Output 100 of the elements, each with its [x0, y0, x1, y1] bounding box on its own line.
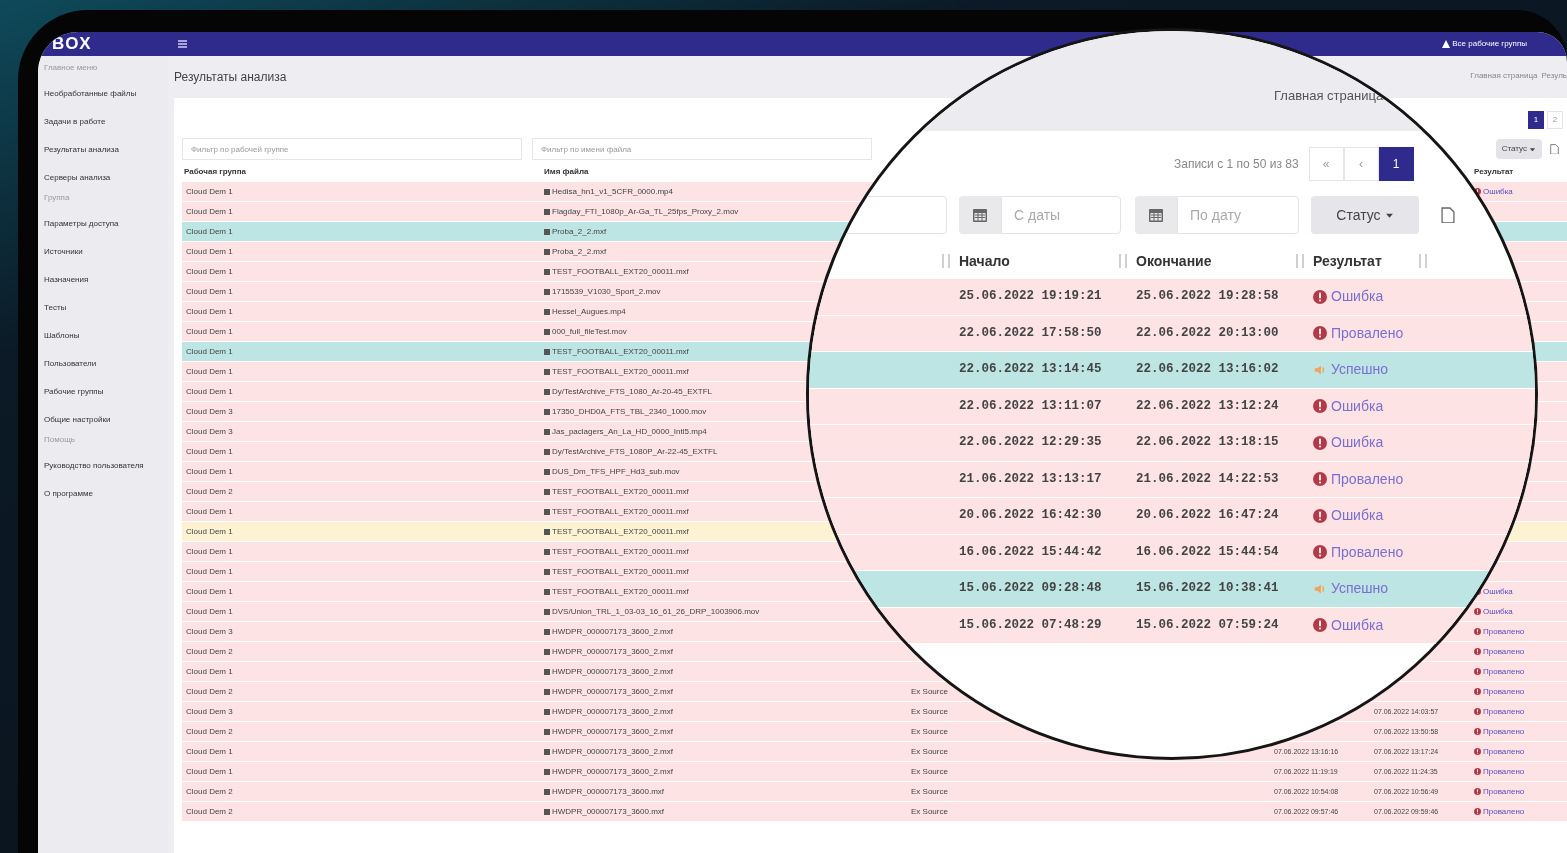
- status-dropdown[interactable]: Статус: [1311, 196, 1419, 234]
- result-link[interactable]: Провалено: [1483, 685, 1525, 698]
- result-link[interactable]: Провалено: [1483, 665, 1525, 678]
- table-row[interactable]: 22.06.2022 17:58:50 22.06.2022 20:13:00 Провалено: [809, 315, 1535, 352]
- status-dropdown[interactable]: Статус: [1495, 139, 1542, 159]
- table-cell: Ex Source: [911, 786, 948, 796]
- document-icon[interactable]: [1550, 143, 1559, 155]
- sidebar-item[interactable]: О программе: [44, 480, 168, 508]
- calendar-button[interactable]: [1135, 196, 1177, 234]
- result-link[interactable]: Провалено: [1483, 805, 1525, 818]
- table-cell: 17350_DHD0A_FTS_TBL_2340_1000.mov: [552, 405, 707, 418]
- column-header[interactable]: Начало: [959, 250, 1010, 272]
- result-link[interactable]: Провалено: [1483, 725, 1525, 738]
- table-row[interactable]: 22.06.2022 12:29:35 22.06.2022 13:18:15 Ошибка: [809, 425, 1535, 462]
- table-cell-text: Cloud Dem 1: [185, 345, 233, 358]
- file-icon: [544, 808, 550, 815]
- alert-icon: [1474, 708, 1481, 715]
- table-cell-text: Cloud Dem 2: [185, 485, 233, 498]
- result-link[interactable]: Провалено: [1331, 541, 1404, 563]
- breadcrumb-link[interactable]: Главная страница: [1274, 86, 1384, 106]
- sidebar-item[interactable]: Задачи в работе: [44, 108, 168, 136]
- result-link[interactable]: Провалено: [1483, 785, 1525, 798]
- table-cell: HWDPR_000007173_3600_2.mxf: [552, 765, 673, 778]
- table-cell-text: 15.06.2022 07:48:29: [959, 616, 1103, 634]
- logo[interactable]: BOX: [52, 32, 178, 57]
- file-icon: [544, 328, 550, 335]
- column-header[interactable]: Результат: [1313, 250, 1382, 272]
- table-cell-text: Cloud Dem 1: [185, 445, 233, 458]
- sidebar-item[interactable]: Параметры доступа: [44, 210, 168, 238]
- alert-icon: [1474, 668, 1481, 675]
- table-cell: HWDPR_000007173_3600_2.mxf: [552, 665, 673, 678]
- alert-icon: [1313, 545, 1327, 560]
- table-row[interactable]: 22.06.2022 13:14:45 22.06.2022 13:16:02 Успешно: [809, 352, 1535, 389]
- table-cell-text: Cloud Dem 1: [185, 305, 233, 318]
- sidebar-item[interactable]: Источники: [44, 238, 168, 266]
- result-link[interactable]: Ошибка: [1483, 185, 1513, 198]
- file-icon: [544, 788, 550, 795]
- result-link[interactable]: Ошибка: [1483, 585, 1513, 598]
- sidebar-item[interactable]: Необработанные файлы: [44, 80, 168, 108]
- table-cell-text: Cloud Dem 1: [185, 325, 233, 338]
- sidebar-item[interactable]: Рабочие группы: [44, 378, 168, 406]
- result-link[interactable]: Провалено: [1483, 645, 1525, 658]
- document-icon[interactable]: [1441, 206, 1455, 224]
- table-cell-text: Cloud Dem 1: [185, 365, 233, 378]
- filter-field[interactable]: Фильтр по рабочей группе: [182, 138, 522, 160]
- table-cell: 000_full_fileTest.mov: [552, 325, 627, 338]
- table-cell: Ex Source: [911, 746, 948, 756]
- table-cell-text: 20.06.2022 16:42:30: [959, 507, 1103, 525]
- sidebar-item[interactable]: Результаты анализа: [44, 136, 168, 164]
- table-cell: HWDPR_000007173_3600_2.mxf: [552, 745, 673, 758]
- column-header[interactable]: Имя файла: [544, 167, 589, 176]
- sidebar-item[interactable]: Пользователи: [44, 350, 168, 378]
- sidebar-section-label: Группа: [44, 192, 71, 204]
- table-cell-text: 22.06.2022 13:18:15: [1136, 434, 1280, 452]
- file-icon: [544, 768, 550, 775]
- table-cell-text: 16.06.2022 15:44:42: [959, 543, 1103, 561]
- result-link[interactable]: Провалено: [1331, 468, 1404, 490]
- table-cell-text: 22.06.2022 12:29:35: [959, 434, 1103, 452]
- file-icon: [544, 508, 550, 515]
- page-button[interactable]: 1: [1528, 111, 1544, 129]
- file-icon: [544, 468, 550, 475]
- table-cell-text: 15.06.2022 09:28:48: [959, 580, 1103, 598]
- workgroups-link[interactable]: Все рабочие группы: [1452, 38, 1527, 50]
- sidebar-item[interactable]: Шаблоны: [44, 322, 168, 350]
- file-icon: [544, 708, 550, 715]
- sidebar-item[interactable]: Руководство пользователя: [44, 452, 168, 480]
- result-link[interactable]: Провалено: [1483, 745, 1525, 758]
- sidebar-item[interactable]: Общие настройки: [44, 406, 168, 434]
- alert-icon: [1474, 808, 1481, 815]
- column-header[interactable]: Результат: [1474, 167, 1514, 176]
- table-row[interactable]: 22.06.2022 13:11:07 22.06.2022 13:12:24 Ошибка: [809, 388, 1535, 425]
- table-cell-text: 20.06.2022 16:47:24: [1136, 507, 1280, 525]
- sidebar-section-label: Помощь: [44, 434, 76, 446]
- table-cell: Flagday_FTI_1080p_Ar-Ga_TL_25fps_Proxy_2.mov: [552, 205, 739, 218]
- alert-icon: [1313, 399, 1327, 414]
- menu-icon[interactable]: [178, 40, 187, 48]
- table-cell-text: Cloud Dem 1: [185, 265, 233, 278]
- alert-icon: [1313, 326, 1327, 341]
- calendar-button[interactable]: [959, 196, 1001, 234]
- table-cell: Ex Source: [911, 686, 948, 696]
- result-link[interactable]: Провалено: [1483, 705, 1525, 718]
- result-link[interactable]: Провалено: [1331, 322, 1404, 344]
- result-link[interactable]: Провалено: [1483, 625, 1525, 638]
- table-cell-text: 22.06.2022 13:14:45: [959, 361, 1103, 379]
- file-icon: [544, 368, 550, 375]
- table-cell-text: Cloud Dem 2: [185, 725, 233, 738]
- table-cell-text: Cloud Dem 3: [185, 425, 233, 438]
- result-link[interactable]: Ошибка: [1483, 605, 1513, 618]
- page-button[interactable]: 1: [1378, 147, 1414, 181]
- sidebar-item[interactable]: Тесты: [44, 294, 168, 322]
- result-link[interactable]: Провалено: [1483, 765, 1525, 778]
- sidebar-item[interactable]: Назначения: [44, 266, 168, 294]
- sidebar-item[interactable]: Серверы анализа: [44, 164, 168, 192]
- date-from-field[interactable]: С даты: [1001, 196, 1121, 234]
- table-cell-text: Cloud Dem 2: [185, 645, 233, 658]
- breadcrumb-current: Резуль: [1541, 70, 1567, 82]
- table-cell-text: Cloud Dem 2: [185, 785, 233, 798]
- column-header[interactable]: Окончание: [1136, 250, 1212, 272]
- column-header[interactable]: Рабочая группа: [182, 167, 246, 176]
- date-to-field[interactable]: По дату: [1177, 196, 1299, 234]
